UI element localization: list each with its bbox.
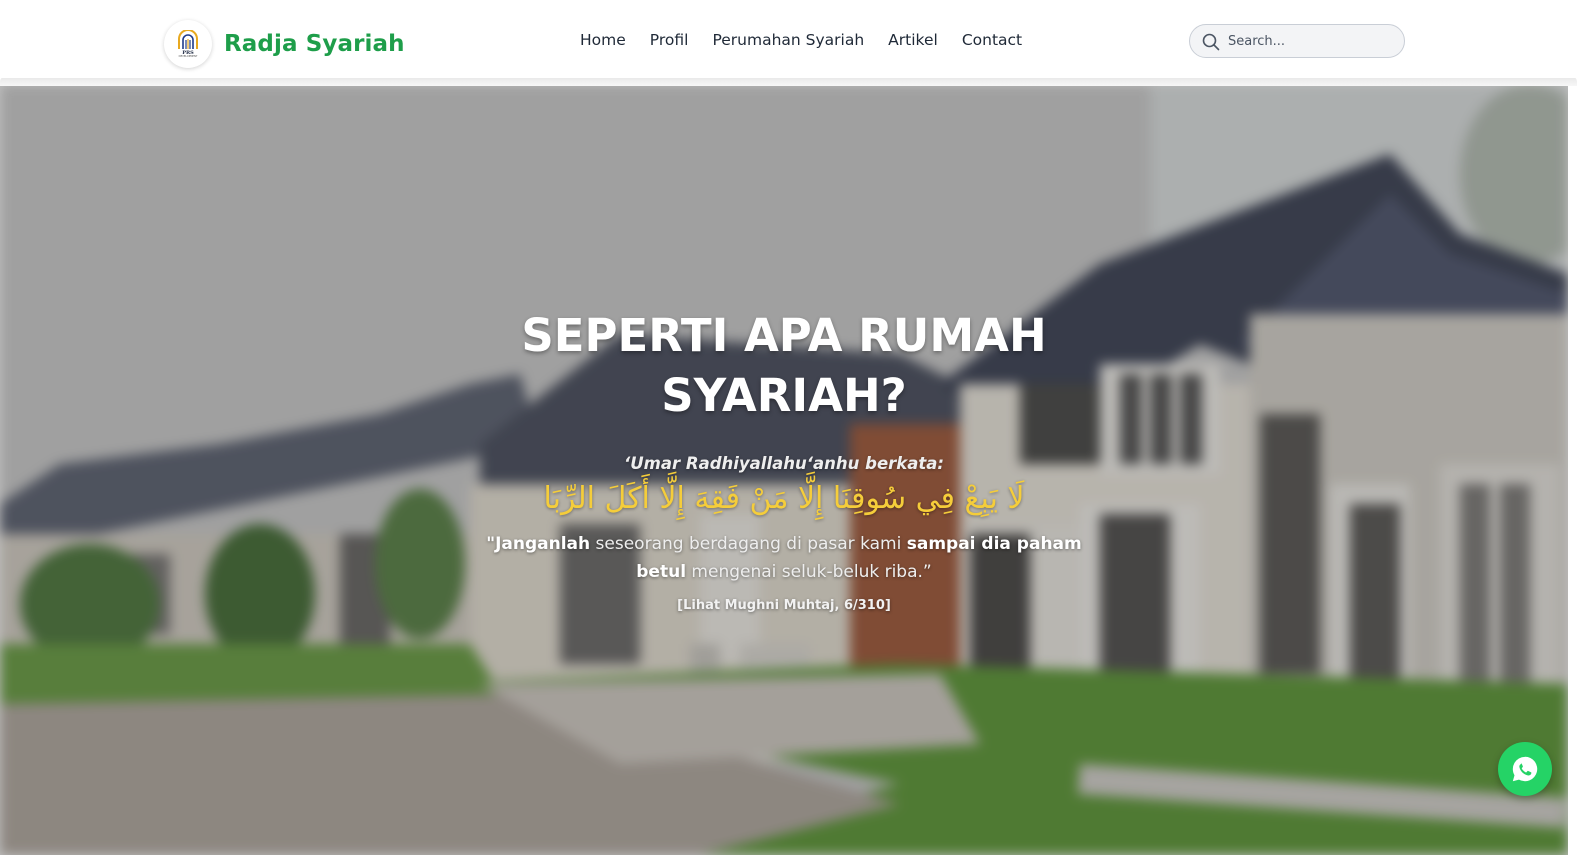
hero-title: SEPERTI APA RUMAH SYARIAH? — [0, 306, 1568, 426]
site-header: PRS DEVELOPMENT Radja Syariah Home Profi… — [0, 0, 1577, 78]
hero-translation: "Janganlah seseorang berdagang di pasar … — [474, 530, 1094, 586]
hero-title-line1: SEPERTI APA RUMAH — [521, 309, 1047, 362]
logo-subtext: DEVELOPMENT — [178, 54, 198, 58]
brand-home-link[interactable]: PRS DEVELOPMENT Radja Syariah — [164, 20, 405, 68]
hero-title-line2: SYARIAH? — [661, 369, 907, 422]
nav-item-home[interactable]: Home — [580, 31, 626, 49]
main-nav: Home Profil Perumahan Syariah Artikel Co… — [580, 31, 1022, 49]
brand-logo: PRS DEVELOPMENT — [164, 20, 212, 68]
hero-section: SEPERTI APA RUMAH SYARIAH? ‘Umar Radhiya… — [0, 84, 1568, 855]
translation-part-1: "Janganlah — [486, 534, 591, 554]
whatsapp-button[interactable] — [1498, 742, 1552, 796]
nav-item-perumahan-syariah[interactable]: Perumahan Syariah — [712, 31, 864, 49]
nav-item-profil[interactable]: Profil — [650, 31, 689, 49]
translation-part-2: seseorang berdagang di pasar kami — [590, 534, 907, 554]
hero-content: SEPERTI APA RUMAH SYARIAH? ‘Umar Radhiya… — [0, 306, 1568, 613]
hero-quote-intro: ‘Umar Radhiyallahu‘anhu berkata: — [623, 454, 944, 473]
whatsapp-icon — [1512, 756, 1538, 782]
logo-arch-icon — [178, 29, 198, 49]
translation-part-4: mengenai seluk-beluk riba.” — [686, 562, 932, 582]
hero-arabic-quote: لَا يَبِعْ فِي سُوقِنَا إِلَّا مَنْ فَقِ… — [543, 481, 1025, 516]
nav-item-artikel[interactable]: Artikel — [888, 31, 938, 49]
search-input[interactable] — [1228, 33, 1388, 49]
brand-name: Radja Syariah — [224, 31, 405, 57]
nav-item-contact[interactable]: Contact — [962, 31, 1022, 49]
search-box — [1189, 24, 1405, 58]
hero-source: [Lihat Mughni Muhtaj, 6/310] — [677, 598, 891, 613]
search-icon[interactable] — [1202, 33, 1220, 51]
